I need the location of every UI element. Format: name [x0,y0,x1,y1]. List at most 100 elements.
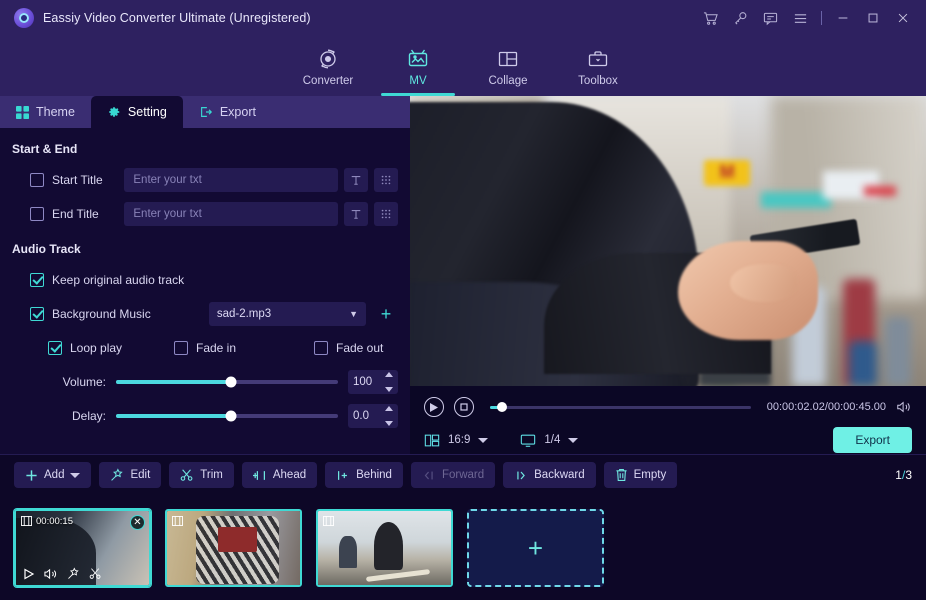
start-title-text-style-button[interactable] [344,168,368,192]
close-icon[interactable] [888,3,918,33]
music-file-select[interactable]: sad-2.mp3 ▼ [209,302,366,326]
clip-magic-wand-icon[interactable] [67,567,80,580]
loop-play-checkbox[interactable] [48,341,62,355]
add-button[interactable]: Add [14,462,91,488]
titlebar-divider [821,11,822,25]
feedback-icon[interactable] [755,3,785,33]
nav-item-mv[interactable]: MV [373,36,463,96]
delay-slider[interactable] [116,414,338,418]
music-file-value: sad-2.mp3 [217,308,271,320]
aspect-ratio-dropdown-icon[interactable] [478,438,488,443]
volume-label: Volume: [48,375,106,389]
edit-button[interactable]: Edit [99,462,161,488]
trim-button[interactable]: Trim [169,462,234,488]
export-button[interactable]: Export [833,427,912,453]
playback-progress-bar[interactable] [490,406,751,409]
start-title-grid-style-button[interactable] [374,168,398,192]
fade-out-option[interactable]: Fade out [314,341,383,355]
volume-spinner-icon[interactable] [385,372,393,392]
keep-original-audio-label: Keep original audio track [52,273,184,287]
clip-duration-1: 00:00:15 [36,516,73,527]
main-content: Theme Setting [0,96,926,454]
end-title-row: End Title [12,200,398,228]
background-music-row: Background Music sad-2.mp3 ▼ + [12,300,398,328]
grid-icon [16,106,29,119]
playback-progress-handle[interactable] [497,402,507,412]
delay-stepper[interactable]: 0.0 [348,404,398,428]
volume-icon[interactable] [896,400,912,414]
tab-export[interactable]: Export [183,96,272,128]
clip-duration-badge-1: 00:00:15 [21,516,73,527]
end-title-text-style-button[interactable] [344,202,368,226]
nav-item-toolbox[interactable]: Toolbox [553,36,643,96]
zoom-level-dropdown-icon[interactable] [568,438,578,443]
clip-thumbnail-1[interactable]: 00:00:15 ✕ [14,509,151,587]
move-forward-button[interactable]: Forward [411,462,495,488]
add-music-button[interactable]: + [374,302,398,326]
title-bar: Eassiy Video Converter Ultimate (Unregis… [0,0,926,36]
add-clip-tile[interactable]: + [467,509,604,587]
mv-icon [406,46,430,72]
clip-duration-badge-3 [323,516,338,526]
fade-in-checkbox[interactable] [174,341,188,355]
clip-play-icon[interactable] [23,568,35,580]
key-icon[interactable] [725,3,755,33]
volume-slider-handle[interactable] [226,377,237,388]
menu-icon[interactable] [785,3,815,33]
export-icon [199,105,213,119]
tab-label-setting: Setting [128,105,167,119]
delay-slider-handle[interactable] [226,411,237,422]
toolbox-icon [586,46,610,72]
add-dropdown-icon[interactable] [70,473,80,478]
video-frame [410,96,926,386]
loop-play-option[interactable]: Loop play [48,341,174,355]
move-forward-label: Forward [442,469,484,481]
tab-setting[interactable]: Setting [91,96,183,128]
nav-item-converter[interactable]: Converter [283,36,373,96]
clip-scissors-icon[interactable] [89,567,102,580]
end-title-input[interactable] [124,202,338,226]
video-preview[interactable] [410,96,926,386]
minimize-icon[interactable] [828,3,858,33]
nav-item-collage[interactable]: Collage [463,36,553,96]
clip-thumbnail-2[interactable] [165,509,302,587]
volume-stepper[interactable]: 100 [348,370,398,394]
start-title-input[interactable] [124,168,338,192]
end-title-label: End Title [52,207,124,221]
window-controls [695,3,918,33]
delay-spinner-icon[interactable] [385,406,393,426]
sub-tab-bar: Theme Setting [0,96,410,128]
fade-in-label: Fade in [196,341,236,355]
empty-button[interactable]: Empty [604,462,678,488]
fade-in-option[interactable]: Fade in [174,341,314,355]
clip-thumbnail-3[interactable] [316,509,453,587]
tab-theme[interactable]: Theme [0,96,91,128]
background-music-checkbox[interactable] [30,307,44,321]
play-button[interactable] [424,397,444,417]
maximize-icon[interactable] [858,3,888,33]
fade-out-checkbox[interactable] [314,341,328,355]
insert-ahead-button[interactable]: Ahead [242,462,317,488]
nav-label-converter: Converter [303,75,354,87]
move-backward-button[interactable]: Backward [503,462,596,488]
end-title-checkbox[interactable] [30,207,44,221]
fade-out-label: Fade out [336,341,383,355]
start-title-label: Start Title [52,173,124,187]
clip-duration-badge-2 [172,516,187,526]
cart-icon[interactable] [695,3,725,33]
player-transport-row: 00:00:02.02/00:00:45.00 [424,394,912,420]
clip-volume-icon[interactable] [44,568,58,580]
trim-label: Trim [200,469,223,481]
insert-behind-button[interactable]: Behind [325,462,403,488]
stop-button[interactable] [454,397,474,417]
settings-body: Start & End Start Title [0,128,410,454]
empty-label: Empty [634,469,667,481]
volume-slider[interactable] [116,380,338,384]
end-title-grid-style-button[interactable] [374,202,398,226]
player-controls: 00:00:02.02/00:00:45.00 16:9 [410,386,926,454]
start-title-checkbox[interactable] [30,173,44,187]
aspect-ratio-value: 16:9 [448,434,470,446]
section-title-audio-track: Audio Track [12,242,398,256]
keep-original-audio-checkbox[interactable] [30,273,44,287]
clip-remove-button-1[interactable]: ✕ [130,515,145,530]
